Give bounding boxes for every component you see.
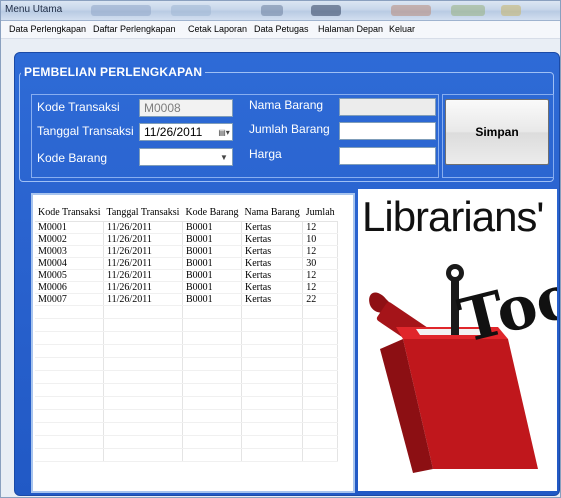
empty-row — [35, 448, 339, 462]
table-cell: 11/26/2011 — [103, 233, 183, 246]
main-window: Menu Utama Data Perlengkapan Daftar Perl… — [0, 0, 561, 498]
table-cell: 12 — [302, 269, 339, 282]
table-cell: B0001 — [182, 293, 242, 306]
transaction-grid[interactable]: Kode Transaksi Tanggal Transaksi Kode Ba… — [31, 193, 355, 493]
title-bar-decoration — [451, 5, 485, 16]
table-cell: 22 — [302, 293, 339, 306]
table-row[interactable]: M0003 11/26/2011 B0001 Kertas 12 — [35, 245, 339, 258]
window-title: Menu Utama — [5, 4, 63, 15]
kode-transaksi-field[interactable]: M0008 — [139, 99, 233, 117]
table-cell: M0007 — [35, 293, 105, 306]
simpan-button[interactable]: Simpan — [445, 99, 549, 165]
empty-row — [35, 383, 339, 397]
table-cell: 12 — [302, 221, 339, 234]
table-row[interactable]: M0007 11/26/2011 B0001 Kertas 22 — [35, 293, 339, 306]
title-bar-decoration — [261, 5, 283, 16]
column-header-kode-barang[interactable]: Kode Barang — [182, 205, 242, 222]
title-bar-decoration — [311, 5, 341, 16]
kode-barang-label: Kode Barang — [37, 151, 108, 165]
table-row[interactable]: M0001 11/26/2011 B0001 Kertas 12 — [35, 221, 339, 234]
menu-halaman-depan[interactable]: Halaman Depan — [318, 24, 383, 34]
table-cell: Kertas — [241, 293, 304, 306]
empty-row — [35, 435, 339, 449]
table-cell: M0003 — [35, 245, 105, 258]
table-row[interactable]: M0006 11/26/2011 B0001 Kertas 12 — [35, 281, 339, 294]
empty-row — [35, 305, 339, 319]
tanggal-transaksi-datepicker[interactable]: 11/26/2011 ▤▾ — [139, 123, 233, 141]
table-cell: 10 — [302, 233, 339, 246]
table-cell: B0001 — [182, 245, 242, 258]
table-cell: Kertas — [241, 257, 304, 270]
column-header-tanggal-transaksi[interactable]: Tanggal Transaksi — [103, 205, 183, 222]
table-row[interactable]: M0004 11/26/2011 B0001 Kertas 30 — [35, 257, 339, 270]
table-cell: M0004 — [35, 257, 105, 270]
table-row[interactable]: M0002 11/26/2011 B0001 Kertas 10 — [35, 233, 339, 246]
jumlah-barang-field[interactable] — [339, 122, 436, 140]
kode-barang-combobox[interactable]: ▼ — [139, 148, 233, 166]
table-cell: B0001 — [182, 257, 242, 270]
table-cell: 30 — [302, 257, 339, 270]
table-cell: Kertas — [241, 233, 304, 246]
table-cell: 11/26/2011 — [103, 221, 183, 234]
group-title: PEMBELIAN PERLENGKAPAN — [21, 65, 206, 79]
table-cell: Kertas — [241, 281, 304, 294]
table-row[interactable]: M0005 11/26/2011 B0001 Kertas 12 — [35, 269, 339, 282]
table-cell: Kertas — [241, 245, 304, 258]
table-cell: 12 — [302, 281, 339, 294]
table-cell: M0002 — [35, 233, 105, 246]
jumlah-barang-label: Jumlah Barang — [249, 122, 330, 136]
table-cell: M0006 — [35, 281, 105, 294]
empty-row — [35, 370, 339, 384]
title-bar-decoration — [501, 5, 521, 16]
table-header-row: Kode Transaksi Tanggal Transaksi Kode Ba… — [35, 205, 338, 222]
empty-row — [35, 396, 339, 410]
table-cell: M0001 — [35, 221, 105, 234]
nama-barang-label: Nama Barang — [249, 98, 324, 112]
chevron-down-icon[interactable]: ▼ — [218, 152, 230, 163]
empty-row — [35, 357, 339, 371]
calendar-dropdown-icon[interactable]: ▤▾ — [218, 127, 230, 138]
column-header-jumlah[interactable]: Jumlah — [302, 205, 338, 222]
table-cell: B0001 — [182, 269, 242, 282]
harga-field[interactable] — [339, 147, 436, 165]
table-cell: 11/26/2011 — [103, 245, 183, 258]
transaction-table: Kode Transaksi Tanggal Transaksi Kode Ba… — [35, 205, 339, 462]
menu-keluar[interactable]: Keluar — [389, 24, 415, 34]
table-cell: 11/26/2011 — [103, 281, 183, 294]
table-cell: B0001 — [182, 221, 242, 234]
title-bar[interactable]: Menu Utama — [1, 1, 560, 21]
column-header-kode-transaksi[interactable]: Kode Transaksi — [35, 205, 104, 222]
table-cell: M0005 — [35, 269, 105, 282]
title-bar-decoration — [391, 5, 431, 16]
menu-data-perlengkapan[interactable]: Data Perlengkapan — [9, 24, 86, 34]
tanggal-transaksi-value: 11/26/2011 — [144, 125, 203, 139]
nama-barang-field[interactable] — [339, 98, 436, 116]
empty-row — [35, 344, 339, 358]
menu-cetak-laporan[interactable]: Cetak Laporan — [188, 24, 247, 34]
menu-daftar-perlengkapan[interactable]: Daftar Perlengkapan — [93, 24, 176, 34]
kode-transaksi-value: M0008 — [144, 101, 181, 115]
table-cell: B0001 — [182, 281, 242, 294]
table-cell: 11/26/2011 — [103, 257, 183, 270]
empty-row — [35, 409, 339, 423]
table-cell: Kertas — [241, 221, 304, 234]
librarians-tools-logo: Librarians' Tools — [358, 189, 557, 491]
menu-bar: Data Perlengkapan Daftar Perlengkapan Ce… — [1, 21, 560, 39]
kode-transaksi-label: Kode Transaksi — [37, 100, 120, 114]
table-cell: 11/26/2011 — [103, 269, 183, 282]
title-bar-decoration — [171, 5, 211, 16]
table-cell: B0001 — [182, 233, 242, 246]
title-bar-decoration — [91, 5, 151, 16]
empty-row — [35, 331, 339, 345]
table-cell: 12 — [302, 245, 339, 258]
table-cell: 11/26/2011 — [103, 293, 183, 306]
tanggal-transaksi-label: Tanggal Transaksi — [37, 124, 134, 138]
harga-label: Harga — [249, 147, 282, 161]
menu-data-petugas[interactable]: Data Petugas — [254, 24, 309, 34]
table-cell: Kertas — [241, 269, 304, 282]
column-header-nama-barang[interactable]: Nama Barang — [241, 205, 303, 222]
empty-row — [35, 422, 339, 436]
empty-row — [35, 318, 339, 332]
